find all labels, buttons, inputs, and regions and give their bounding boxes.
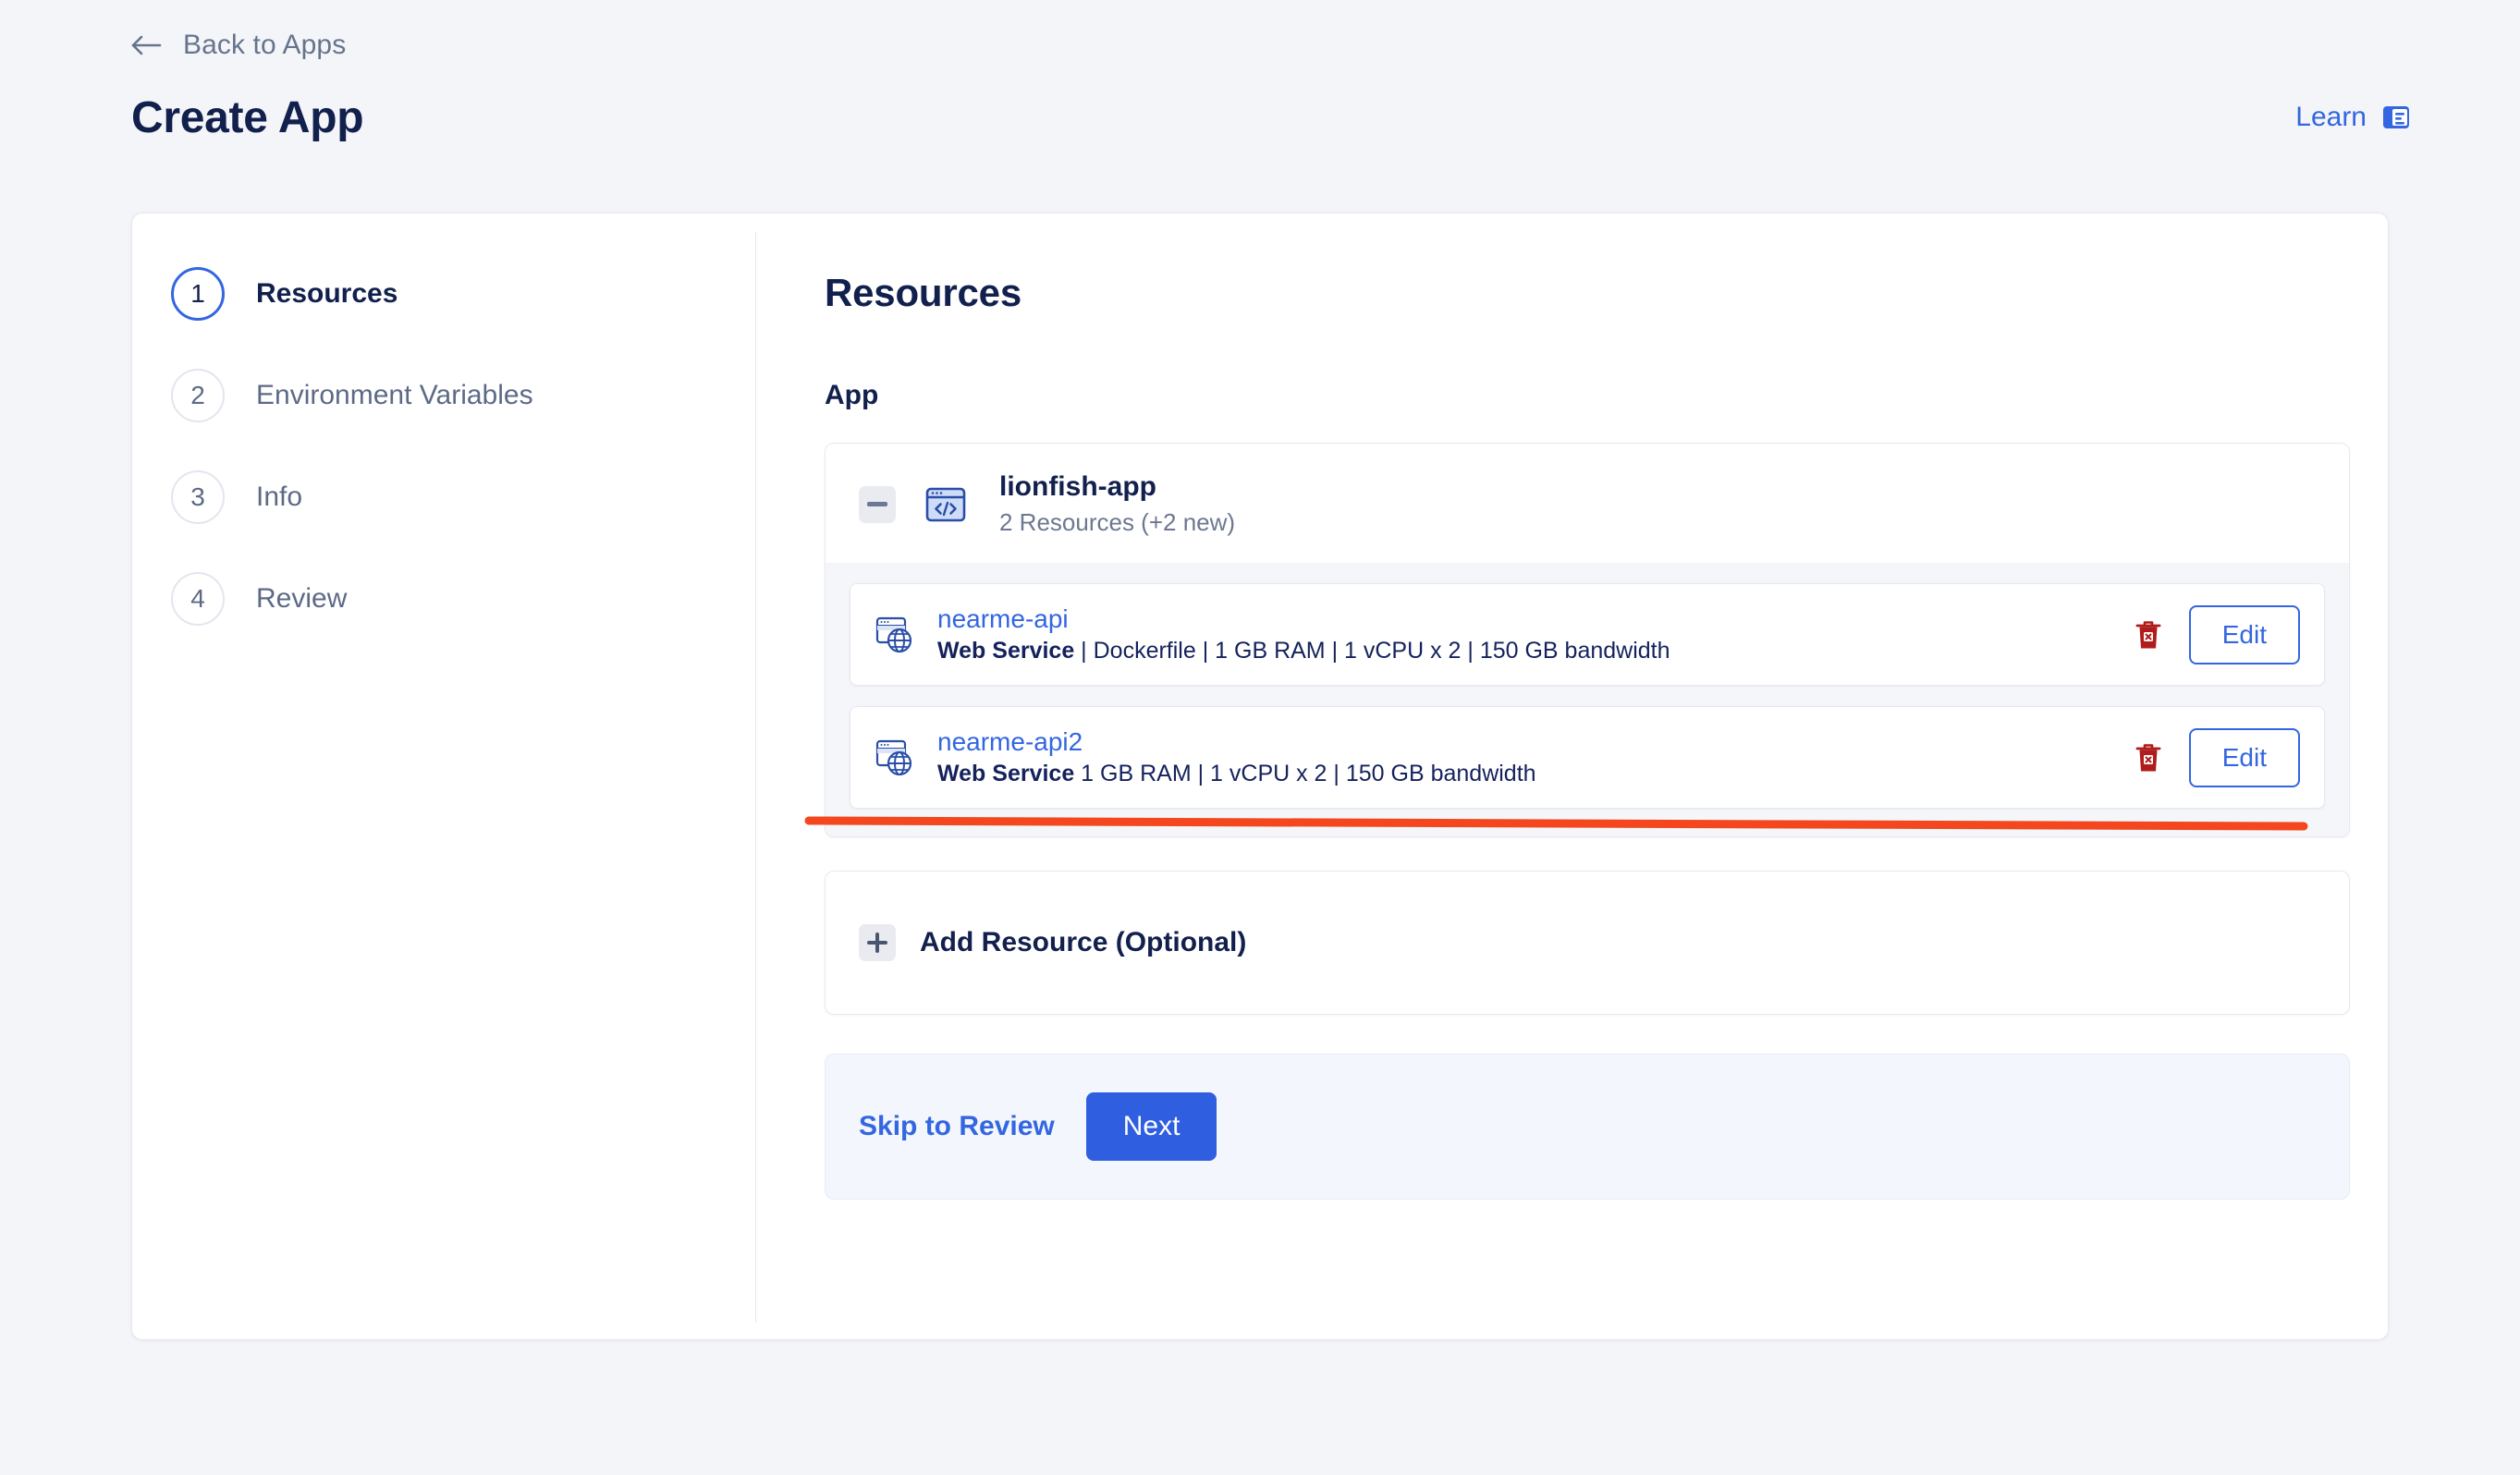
page-title: Create App [131, 93, 364, 142]
sidebar-step-resources[interactable]: 1 Resources [132, 243, 756, 345]
step-label-2: Environment Variables [256, 380, 533, 410]
plus-icon [859, 924, 896, 961]
create-app-card: 1 Resources 2 Environment Variables 3 In… [131, 213, 2389, 1340]
edit-button[interactable]: Edit [2188, 604, 2300, 664]
trash-x-icon[interactable] [2134, 741, 2163, 774]
arrow-left-icon [131, 35, 162, 55]
resource-type: Web Service [937, 761, 1075, 786]
step-label-3: Info [256, 482, 303, 512]
resource-actions: Edit [2134, 604, 2300, 664]
step-number-1: 1 [171, 267, 225, 321]
resource-meta: nearme-api Web Service | Dockerfile | 1 … [937, 604, 2134, 664]
skip-to-review-link[interactable]: Skip to Review [859, 1111, 1055, 1142]
stepper-sidebar: 1 Resources 2 Environment Variables 3 In… [132, 213, 756, 1339]
resource-details: | Dockerfile | 1 GB RAM | 1 vCPU x 2 | 1… [1074, 638, 1670, 664]
back-to-apps-label: Back to Apps [183, 30, 347, 60]
wizard-footer: Skip to Review Next [825, 1054, 2350, 1200]
back-to-apps-link[interactable]: Back to Apps [131, 30, 346, 61]
learn-link[interactable]: Learn [2295, 102, 2411, 133]
top-bar: Back to Apps Create App Learn [0, 0, 2520, 213]
step-label-1: Resources [256, 278, 398, 309]
app-group-header: lionfish-app 2 Resources (+2 new) [826, 444, 2349, 563]
resource-row[interactable]: nearme-api Web Service | Dockerfile | 1 … [850, 583, 2325, 686]
collapse-toggle-button[interactable] [859, 485, 896, 523]
learn-label: Learn [2295, 102, 2367, 132]
trash-x-icon[interactable] [2134, 618, 2163, 652]
web-service-globe-icon [875, 616, 912, 652]
app-group-body: nearme-api Web Service | Dockerfile | 1 … [826, 563, 2349, 836]
step-number-4: 4 [171, 572, 225, 626]
code-window-icon [925, 487, 966, 521]
resource-name-link[interactable]: nearme-api [937, 604, 2134, 634]
sidebar-step-info[interactable]: 3 Info [132, 446, 756, 548]
section-title: Resources [825, 271, 1021, 314]
resource-description: Web Service 1 GB RAM | 1 vCPU x 2 | 150 … [937, 761, 2134, 787]
edit-button[interactable]: Edit [2188, 727, 2300, 787]
next-button[interactable]: Next [1085, 1092, 1217, 1161]
web-service-globe-icon [875, 739, 912, 775]
add-resource-label: Add Resource (Optional) [920, 927, 1247, 957]
app-name: lionfish-app [999, 471, 1156, 502]
minus-icon [867, 502, 887, 506]
resource-name-link[interactable]: nearme-api2 [937, 727, 2134, 757]
sidebar-step-review[interactable]: 4 Review [132, 548, 756, 650]
step-label-4: Review [256, 583, 348, 614]
step-number-2: 2 [171, 369, 225, 422]
book-icon [2383, 106, 2409, 128]
resource-description: Web Service | Dockerfile | 1 GB RAM | 1 … [937, 638, 2134, 664]
resource-row[interactable]: nearme-api2 Web Service 1 GB RAM | 1 vCP… [850, 706, 2325, 809]
subsection-title-app: App [825, 380, 879, 410]
app-group-meta: lionfish-app 2 Resources (+2 new) [999, 471, 1235, 537]
app-resource-count: 2 Resources (+2 new) [999, 508, 1236, 536]
resource-type: Web Service [937, 638, 1075, 664]
step-number-3: 3 [171, 470, 225, 524]
resource-actions: Edit [2134, 727, 2300, 787]
app-group-card: lionfish-app 2 Resources (+2 new) nearme… [825, 443, 2350, 837]
add-resource-button[interactable]: Add Resource (Optional) [825, 871, 2350, 1015]
resource-details: 1 GB RAM | 1 vCPU x 2 | 150 GB bandwidth [1074, 761, 1536, 786]
content-pane: Resources App lionfish-app 2 Resources (… [756, 213, 2390, 1339]
sidebar-step-environment-variables[interactable]: 2 Environment Variables [132, 345, 756, 446]
resource-meta: nearme-api2 Web Service 1 GB RAM | 1 vCP… [937, 727, 2134, 787]
